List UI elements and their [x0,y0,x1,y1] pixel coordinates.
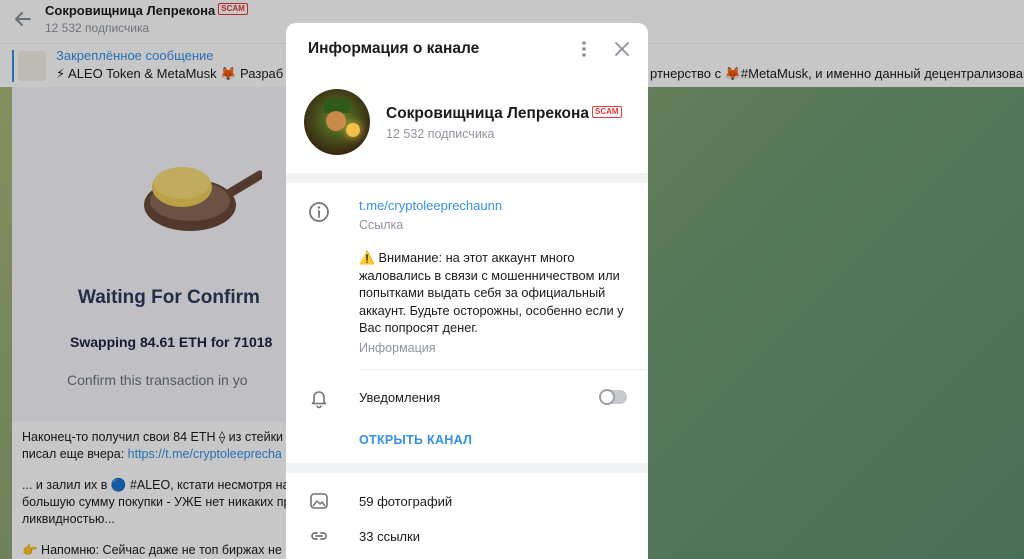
channel-subscribers: 12 532 подписчика [386,127,495,141]
section-separator [286,463,648,473]
close-icon[interactable] [612,39,632,59]
channel-link[interactable]: t.me/cryptoleeprechaunn [359,198,502,213]
link-icon [308,525,330,547]
channel-name-text: Сокровищница Лепрекона [386,105,589,122]
avatar-face [326,111,346,131]
open-channel-button[interactable]: ОТКРЫТЬ КАНАЛ [359,433,472,447]
channel-name: Сокровищница Лепрекона SCAM [386,105,622,123]
photos-count[interactable]: 59 фотографий [359,494,452,509]
photo-icon [308,490,330,512]
info-caption: Информация [359,341,436,355]
section-separator [286,173,648,183]
channel-avatar[interactable] [304,89,370,155]
notifications-toggle[interactable] [599,389,627,405]
channel-info-dialog: Информация о канале Сокровищница Лепреко… [286,23,648,559]
info-icon [308,201,330,223]
toggle-knob [599,389,615,405]
bell-icon [308,387,330,409]
scam-badge: SCAM [591,106,622,118]
link-caption: Ссылка [359,218,404,232]
dialog-title: Информация о канале [308,40,480,57]
notifications-label: Уведомления [359,390,441,405]
more-vertical-icon[interactable] [574,39,594,59]
avatar-lantern [346,123,360,137]
links-count[interactable]: 33 ссылки [359,529,420,544]
divider [359,369,648,370]
channel-info-text: ⚠️ Внимание: на этот аккаунт много жалов… [359,250,624,335]
